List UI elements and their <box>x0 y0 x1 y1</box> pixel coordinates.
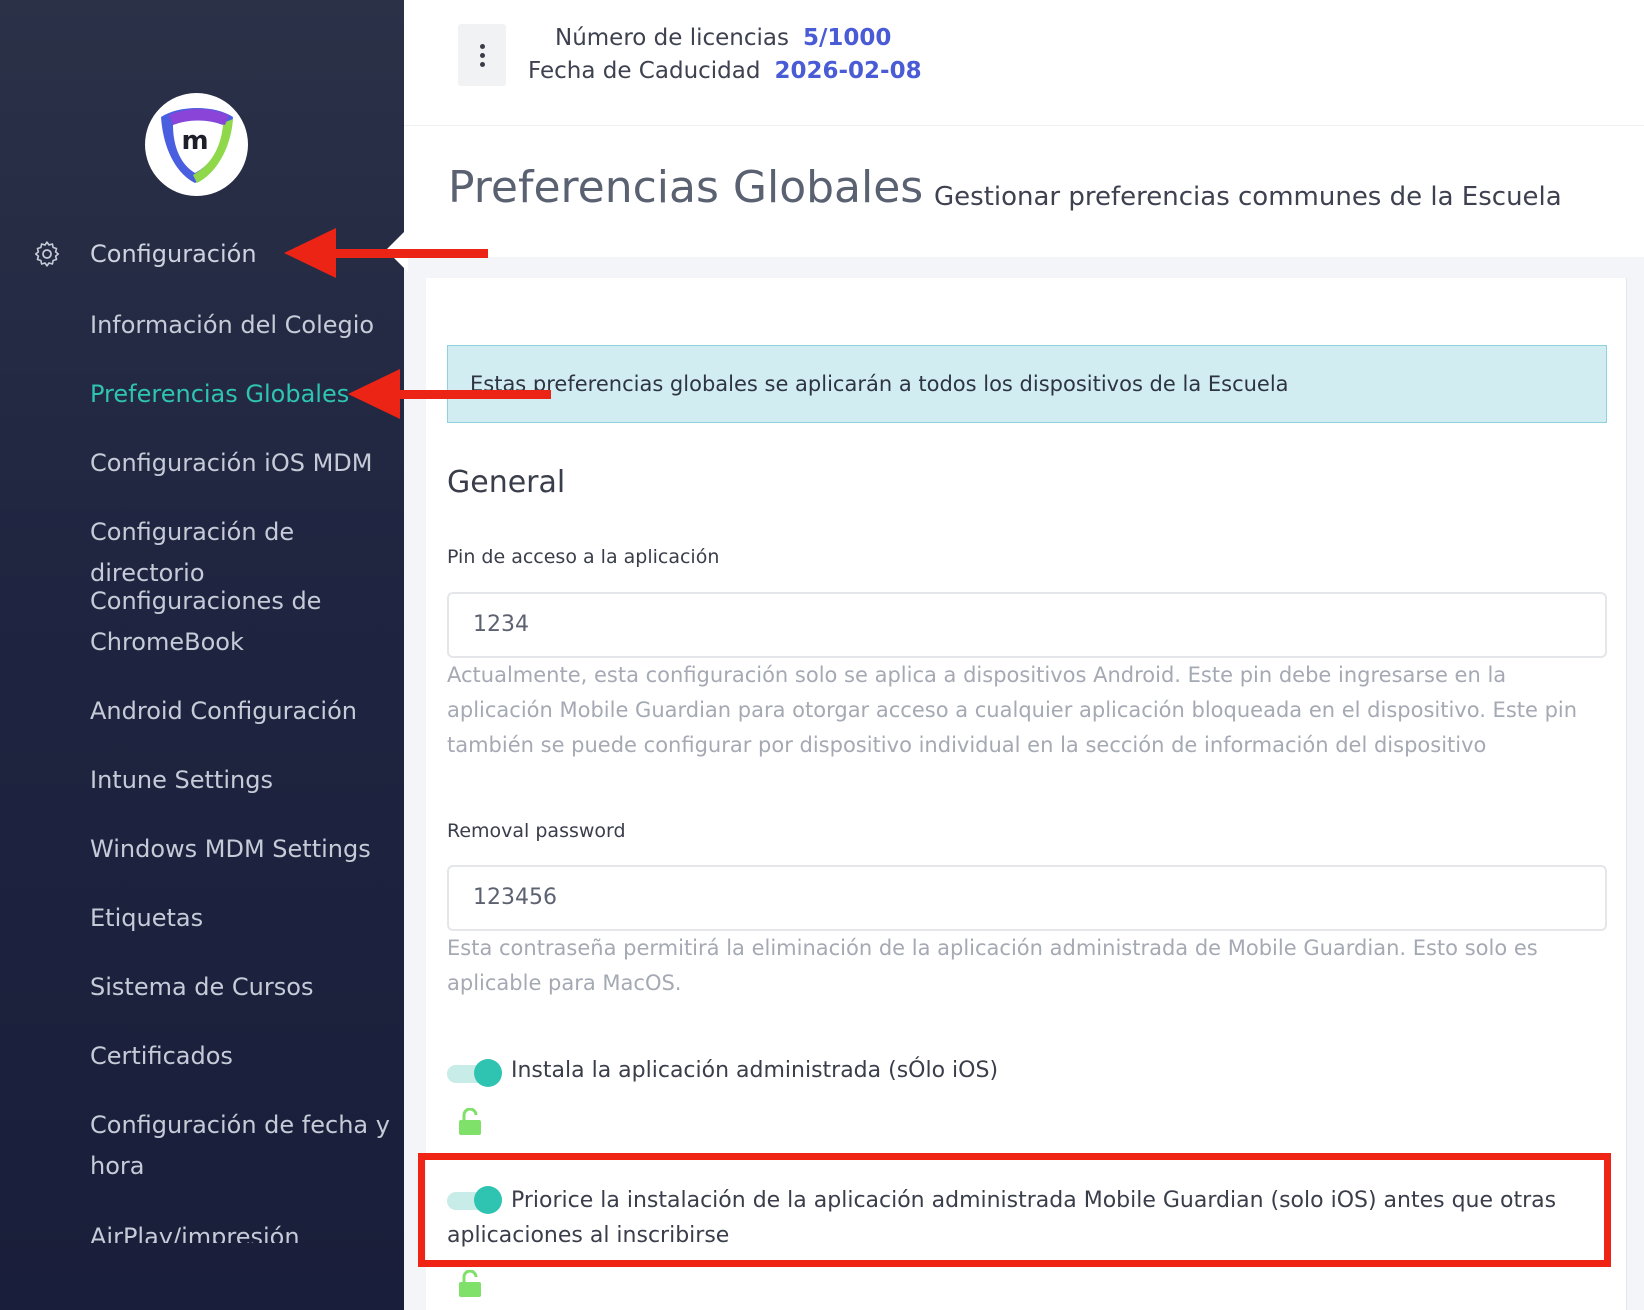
nav-section-configuracion[interactable]: Configuración <box>32 236 257 272</box>
sidebar-item-airplay[interactable]: AirPlay/impresión <box>90 1217 390 1243</box>
kebab-menu-icon <box>480 44 485 49</box>
pin-input[interactable]: 1234 <box>447 592 1607 658</box>
annotation-arrow-head <box>284 228 336 278</box>
toggle-knob <box>474 1059 502 1087</box>
expiry-date: Fecha de Caducidad 2026-02-08 <box>528 58 922 84</box>
expiry-date-value: 2026-02-08 <box>774 58 922 84</box>
expiry-date-label: Fecha de Caducidad <box>528 58 761 84</box>
sidebar-item-cursos[interactable]: Sistema de Cursos <box>90 967 390 1008</box>
install-managed-app-toggle[interactable] <box>447 1058 503 1088</box>
sidebar: m Configuración Información del Colegio … <box>0 0 404 1310</box>
unlocked-padlock-icon[interactable] <box>458 1270 482 1298</box>
svg-text:m: m <box>181 126 208 156</box>
removal-password-help-text: Esta contraseña permitirá la eliminación… <box>447 936 1538 995</box>
sidebar-item-ios-mdm[interactable]: Configuración iOS MDM <box>90 443 390 484</box>
annotation-arrow-head <box>348 369 400 419</box>
sidebar-item-intune[interactable]: Intune Settings <box>90 760 390 801</box>
sidebar-item-etiquetas[interactable]: Etiquetas <box>90 898 390 939</box>
license-count-value: 5/1000 <box>803 25 892 51</box>
page-header: Preferencias Globales Gestionar preferen… <box>404 125 1644 258</box>
sidebar-item-certificados[interactable]: Certificados <box>90 1036 390 1077</box>
app-logo[interactable]: m <box>145 93 248 196</box>
top-bar: Número de licencias 5/1000 Fecha de Caduc… <box>404 0 1644 125</box>
license-count: Número de licencias 5/1000 <box>555 25 891 51</box>
annotation-arrow-shaft <box>330 249 488 258</box>
gear-icon <box>34 241 60 267</box>
page-subtitle: Gestionar preferencias communes de la Es… <box>934 182 1562 212</box>
unlocked-padlock-icon[interactable] <box>458 1108 482 1136</box>
sidebar-item-informacion-colegio[interactable]: Información del Colegio <box>90 305 390 346</box>
kebab-menu-button[interactable] <box>458 24 506 86</box>
page-title: Preferencias Globales <box>448 162 924 213</box>
sidebar-item-fecha-hora[interactable]: Configuración de fecha y hora <box>90 1105 390 1187</box>
pin-label: Pin de acceso a la aplicación <box>447 546 720 568</box>
license-count-label: Número de licencias <box>555 25 789 51</box>
removal-password-input[interactable]: 123456 <box>447 865 1607 931</box>
info-alert: Estas preferencias globales se aplicarán… <box>447 345 1607 423</box>
sidebar-item-windows-mdm[interactable]: Windows MDM Settings <box>90 829 390 870</box>
sidebar-item-chromebook[interactable]: Configuraciones de ChromeBook <box>90 581 390 663</box>
section-title-general: General <box>447 465 566 500</box>
annotation-highlight-box <box>418 1153 1611 1267</box>
sidebar-item-android[interactable]: Android Configuración <box>90 691 390 732</box>
nav-section-label: Configuración <box>90 240 257 268</box>
annotation-arrow-shaft <box>395 390 551 399</box>
pin-help-text: Actualmente, esta configuración solo se … <box>447 663 1578 757</box>
removal-password-label: Removal password <box>447 820 626 842</box>
kebab-menu-icon <box>480 53 485 58</box>
install-managed-app-label: Instala la aplicación administrada (sÓlo… <box>511 1058 999 1083</box>
sidebar-item-preferencias-globales[interactable]: Preferencias Globales <box>90 374 390 415</box>
shield-logo-icon: m <box>161 108 233 183</box>
kebab-menu-icon <box>480 62 485 67</box>
